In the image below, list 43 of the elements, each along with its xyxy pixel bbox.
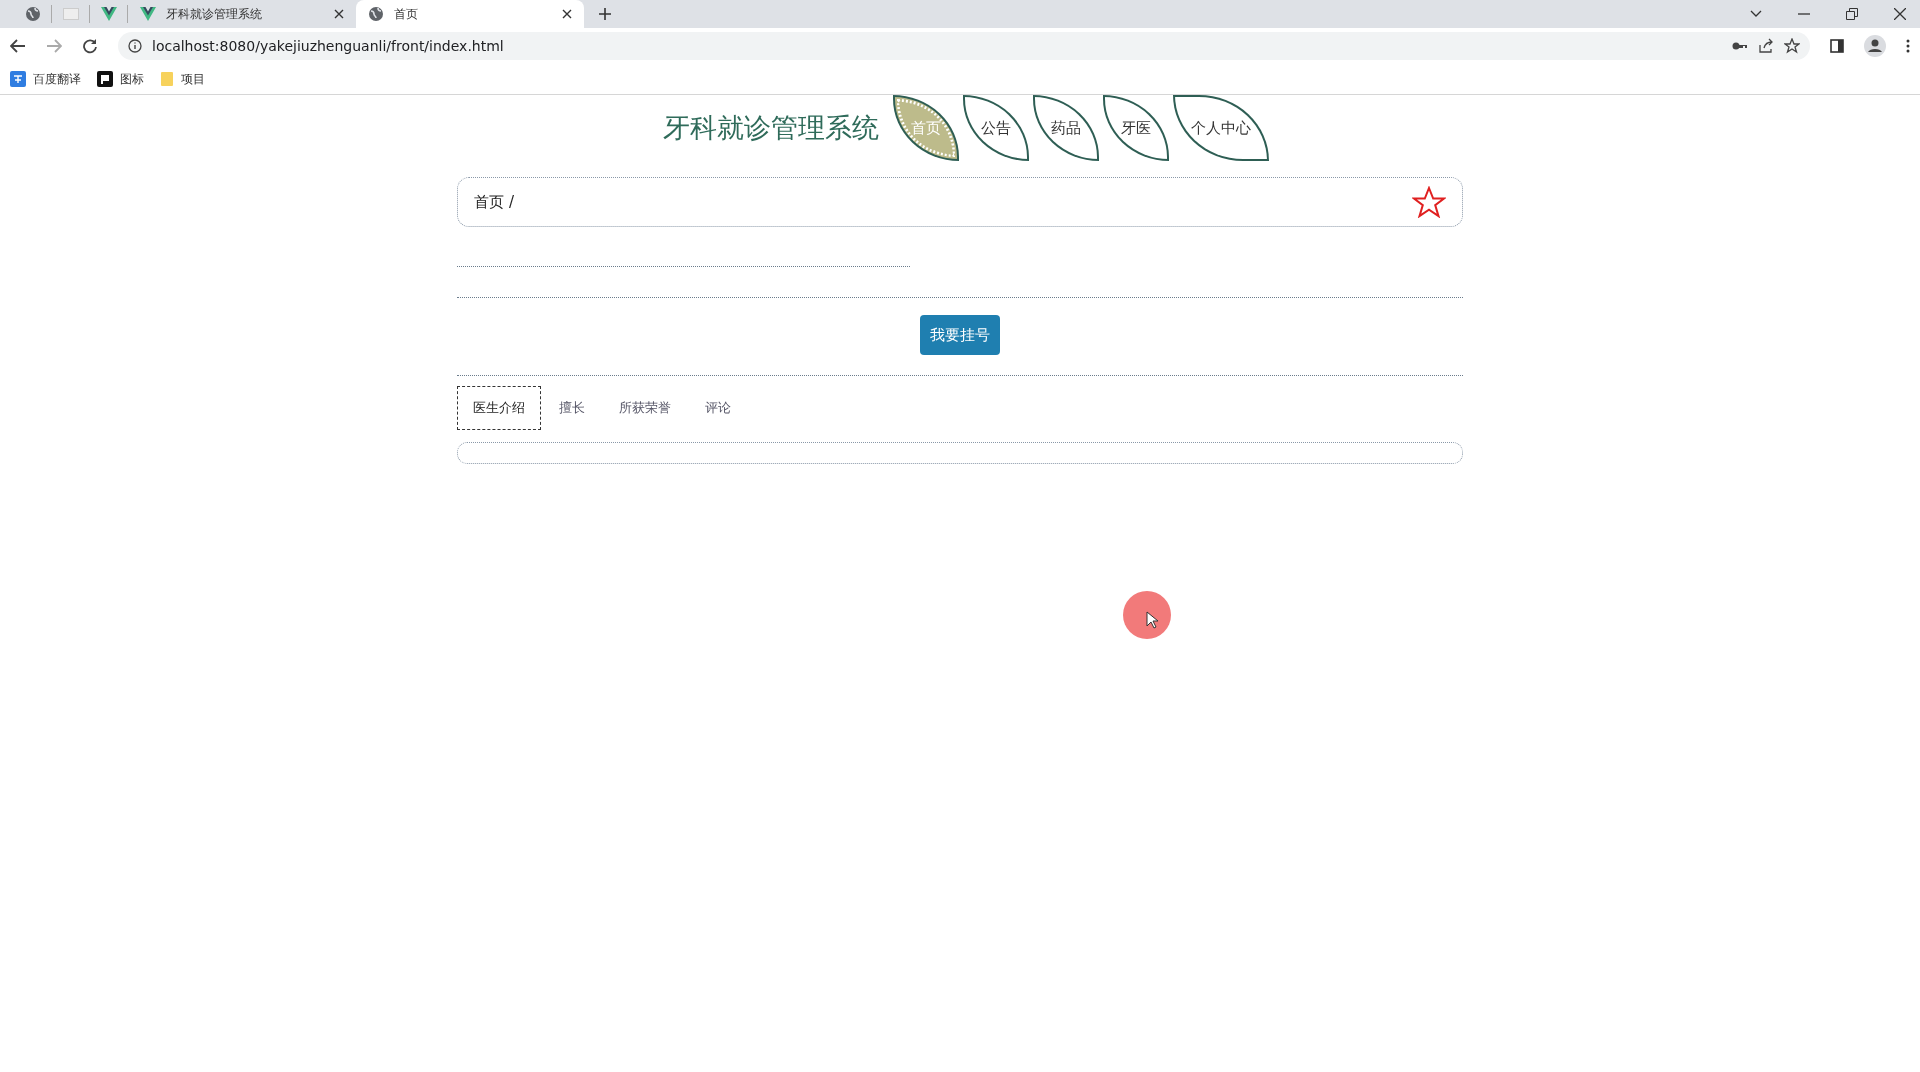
key-icon[interactable] — [1732, 41, 1748, 51]
globe-icon — [368, 6, 384, 22]
nav-tab[interactable]: 牙医 — [1103, 95, 1169, 161]
address-bar[interactable]: localhost:8080/yakejiuzhenguanli/front/index.html — [118, 32, 1810, 60]
detail-tab[interactable]: 医生介绍 — [457, 386, 541, 430]
flag-icon — [97, 71, 113, 87]
translate-icon — [10, 71, 26, 87]
detail-tab[interactable]: 评论 — [689, 386, 747, 430]
nav-tab[interactable]: 药品 — [1033, 95, 1099, 161]
v-logo-icon — [100, 7, 117, 21]
new-tab-icon[interactable] — [598, 7, 612, 21]
browser-tab[interactable]: 牙科就诊管理系统 — [128, 0, 356, 28]
folder-icon — [160, 71, 174, 87]
browser-tab[interactable]: 首页 — [356, 0, 584, 28]
back-icon[interactable] — [10, 39, 26, 53]
v-logo-icon — [140, 7, 156, 21]
detail-tab[interactable]: 擅长 — [543, 386, 601, 430]
cursor-icon — [1146, 611, 1158, 629]
detail-tab[interactable]: 所获荣誉 — [603, 386, 687, 430]
site-title: 牙科就诊管理系统 — [663, 111, 879, 145]
menu-icon[interactable] — [1906, 39, 1910, 53]
info-icon — [128, 39, 142, 53]
share-icon[interactable] — [1758, 38, 1774, 54]
nav-tab[interactable]: 公告 — [963, 95, 1029, 161]
close-icon[interactable] — [562, 9, 572, 19]
profile-icon[interactable] — [1864, 35, 1886, 57]
page-icon — [62, 8, 79, 20]
globe-icon — [24, 6, 41, 22]
side-panel-icon[interactable] — [1830, 39, 1844, 53]
close-icon[interactable] — [334, 9, 344, 19]
breadcrumb-separator: / — [509, 193, 515, 211]
bookmark[interactable]: 图标 — [97, 70, 144, 88]
register-button[interactable]: 我要挂号 — [920, 315, 1000, 355]
nav-tab[interactable]: 个人中心 — [1173, 95, 1269, 161]
bookmark[interactable]: 百度翻译 — [10, 70, 81, 88]
close-icon[interactable] — [1894, 8, 1906, 20]
bookmark[interactable]: 项目 — [160, 70, 205, 88]
restore-icon[interactable] — [1846, 8, 1858, 20]
reload-icon[interactable] — [82, 38, 98, 54]
breadcrumb-item[interactable]: 首页 — [474, 192, 504, 212]
chevron-down-icon[interactable] — [1750, 10, 1762, 18]
star-icon[interactable] — [1412, 186, 1446, 218]
star-icon[interactable] — [1784, 38, 1800, 54]
